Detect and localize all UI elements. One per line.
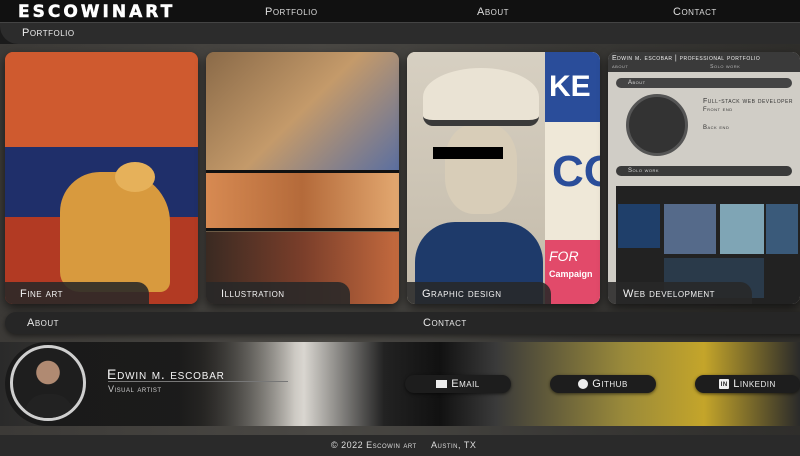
linkedin-label: Linkedin <box>733 378 776 390</box>
web-preview-nav-solo: Solo work <box>710 64 741 70</box>
web-preview-title: Edwin m. escobar | professional portfoli… <box>612 55 761 62</box>
nav-link-portfolio[interactable]: Portfolio <box>265 6 318 18</box>
fine-art-painting-sky <box>5 52 198 147</box>
nav-link-contact[interactable]: Contact <box>673 6 717 18</box>
graphic-design-poster-text-co: CO <box>552 147 600 196</box>
profile-name: Edwin m. escobar <box>107 366 225 382</box>
web-preview-front: Front end <box>703 107 733 113</box>
graphic-design-poster-campaign: Campaign <box>549 269 593 279</box>
card-web-development[interactable]: Edwin m. escobar | professional portfoli… <box>608 52 800 304</box>
nav-link-about[interactable]: About <box>477 6 509 18</box>
portfolio-section-title: Portfolio <box>22 27 75 39</box>
pixel-sunglasses-icon <box>433 147 503 159</box>
email-label: Email <box>451 378 480 390</box>
profile-divider <box>108 381 288 382</box>
card-fine-art[interactable]: Fine art <box>5 52 198 304</box>
footer-copyright: © 2022 Escowin art <box>331 440 417 450</box>
card-graphic-design[interactable]: KE CO FOR Campaign Graphic design <box>407 52 600 304</box>
web-preview-avatar <box>626 94 688 156</box>
graphic-design-poster-text-ke: KE <box>545 52 600 122</box>
card-label-web-development: Web development <box>608 282 752 304</box>
web-preview-tile <box>618 204 660 248</box>
github-button[interactable]: Github <box>550 375 656 393</box>
github-icon <box>578 379 589 390</box>
github-label: Github <box>592 378 628 390</box>
web-preview-nav: about Solo work <box>612 64 740 70</box>
card-label-graphic-design: Graphic design <box>407 282 551 304</box>
avatar-shirt <box>25 394 73 418</box>
web-preview-role-block: Full-stack web developer Front end Back … <box>703 98 793 131</box>
envelope-icon <box>436 380 448 389</box>
graphic-design-poster-for: FOR <box>549 248 579 264</box>
profile-role: Visual artist <box>108 384 162 394</box>
about-contact-bar: About Contact <box>5 312 800 334</box>
fine-art-painting-figure <box>60 172 170 292</box>
portfolio-section-header: Portfolio <box>0 22 800 44</box>
web-preview-tile <box>720 204 764 254</box>
card-illustration[interactable]: Illustration <box>206 52 399 304</box>
web-preview-nav-about: about <box>612 64 629 70</box>
fine-art-painting-head <box>115 162 155 192</box>
web-preview-tile <box>664 204 716 254</box>
illustration-panel-middle <box>206 173 399 228</box>
footer: © 2022 Escowin art Austin, TX <box>0 435 800 456</box>
graphic-design-portrait-face <box>445 124 517 214</box>
email-button[interactable]: Email <box>405 375 511 393</box>
top-navbar: ESCOWINART Portfolio About Contact <box>0 0 800 24</box>
linkedin-button[interactable]: in Linkedin <box>695 375 800 393</box>
card-label-illustration: Illustration <box>206 282 350 304</box>
web-preview-tile <box>766 204 798 254</box>
web-preview-about-pill: About <box>616 78 792 88</box>
illustration-panel-top <box>206 52 399 170</box>
web-preview-solo-pill: Solo work <box>616 166 792 176</box>
footer-location: Austin, TX <box>431 440 477 450</box>
illustration-divider <box>206 228 399 231</box>
avatar <box>10 345 86 421</box>
contact-section-title: Contact <box>423 317 467 329</box>
linkedin-icon: in <box>719 379 730 390</box>
graphic-design-poster-text-for: FOR Campaign <box>545 240 600 304</box>
about-section-title: About <box>27 317 60 329</box>
card-label-fine-art: Fine art <box>5 282 149 304</box>
graphic-design-portrait-hat <box>423 68 539 126</box>
web-preview-role: Full-stack web developer <box>703 98 793 105</box>
site-logo[interactable]: ESCOWINART <box>18 2 175 23</box>
web-preview-back: Back end <box>703 125 730 131</box>
web-preview-header: Edwin m. escobar | professional portfoli… <box>608 52 800 72</box>
